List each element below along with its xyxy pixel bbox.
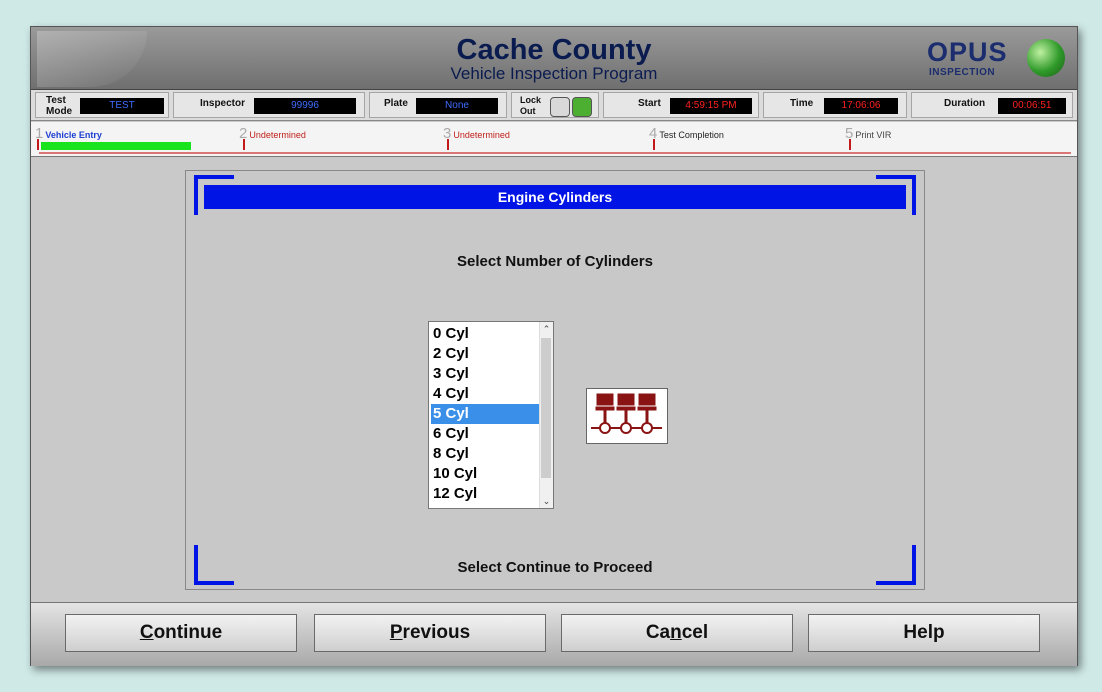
lockout-cell: Lock Out [511, 92, 599, 118]
test-mode-cell: Test Mode TEST [35, 92, 169, 118]
step-marker [243, 139, 245, 150]
dialog-title: Engine Cylinders [204, 185, 906, 209]
list-item-selected[interactable]: 5 Cyl [431, 404, 539, 424]
logo-word: OPUS [927, 37, 1008, 67]
duration-label: Duration [944, 98, 986, 109]
status-bar: Test Mode TEST Inspector 99996 Plate None… [31, 90, 1077, 121]
inspection-window: Cache County Vehicle Inspection Program … [30, 26, 1078, 666]
globe-icon [1027, 39, 1065, 77]
progress-steps: 1 Vehicle Entry 2 Undetermined 3 Undetermin… [31, 122, 1077, 157]
help-button[interactable]: Help [808, 614, 1040, 652]
step-2: 2 Undetermined [239, 125, 306, 142]
step-3: 3 Undetermined [443, 125, 510, 142]
chevron-down-icon[interactable]: ⌄ [540, 494, 553, 508]
lock-closed-icon[interactable] [550, 97, 570, 117]
inspector-value: 99996 [254, 98, 356, 114]
time-cell: Time 17:06:06 [763, 92, 907, 118]
progress-fill [41, 142, 191, 150]
previous-button[interactable]: Previous [314, 614, 546, 652]
app-subtitle: Vehicle Inspection Program [450, 64, 658, 83]
listbox-scrollbar[interactable]: ⌃ ⌄ [539, 322, 553, 508]
list-item[interactable]: 2 Cyl [431, 344, 539, 364]
list-item[interactable]: 6 Cyl [431, 424, 539, 444]
step-marker [849, 139, 851, 150]
test-mode-label: Test Mode [46, 95, 73, 117]
app-header: Cache County Vehicle Inspection Program … [31, 27, 1077, 90]
plate-value: None [416, 98, 498, 114]
test-mode-value: TEST [80, 98, 164, 114]
engine-cylinders-icon [586, 388, 668, 444]
lockout-label: Lock Out [520, 95, 542, 116]
list-item[interactable]: 0 Cyl [431, 324, 539, 344]
list-item[interactable]: 4 Cyl [431, 384, 539, 404]
step-vehicle-entry: 1 Vehicle Entry [35, 125, 102, 142]
step-marker [653, 139, 655, 150]
lock-open-icon[interactable] [572, 97, 592, 117]
start-value: 4:59:15 PM [670, 98, 752, 114]
continue-prompt: Select Continue to Proceed [457, 559, 653, 576]
engine-cylinders-dialog: Engine Cylinders Select Number of Cylind… [185, 170, 925, 590]
select-prompt: Select Number of Cylinders [457, 253, 653, 270]
list-item[interactable]: 8 Cyl [431, 444, 539, 464]
list-item[interactable]: 12 Cyl [431, 484, 539, 504]
scroll-thumb[interactable] [541, 338, 551, 478]
step-marker [37, 139, 39, 150]
continue-button[interactable]: Continue [65, 614, 297, 652]
cylinder-listbox[interactable]: 0 Cyl 2 Cyl 3 Cyl 4 Cyl 5 Cyl 6 Cyl 8 Cy… [428, 321, 554, 509]
step-marker [447, 139, 449, 150]
list-item[interactable]: 3 Cyl [431, 364, 539, 384]
app-title: Cache County [456, 34, 652, 66]
opus-logo: OPUS INSPECTION [927, 37, 1067, 83]
progress-track [39, 152, 1071, 154]
inspector-cell: Inspector 99996 [173, 92, 365, 118]
button-bar: Continue Previous Cancel Help [31, 602, 1077, 666]
plate-label: Plate [384, 98, 408, 109]
time-value: 17:06:06 [824, 98, 898, 114]
start-cell: Start 4:59:15 PM [603, 92, 759, 118]
inspector-label: Inspector [200, 98, 246, 109]
duration-cell: Duration 00:06:51 [911, 92, 1073, 118]
plate-cell: Plate None [369, 92, 507, 118]
time-label: Time [790, 98, 814, 109]
cancel-button[interactable]: Cancel [561, 614, 793, 652]
list-item[interactable]: 10 Cyl [431, 464, 539, 484]
start-label: Start [638, 98, 661, 109]
logo-subtext: INSPECTION [929, 67, 996, 78]
step-print-vir: 5 Print VIR [845, 125, 892, 142]
duration-value: 00:06:51 [998, 98, 1066, 114]
chevron-up-icon[interactable]: ⌃ [540, 322, 553, 336]
step-test-completion: 4 Test Completion [649, 125, 724, 142]
